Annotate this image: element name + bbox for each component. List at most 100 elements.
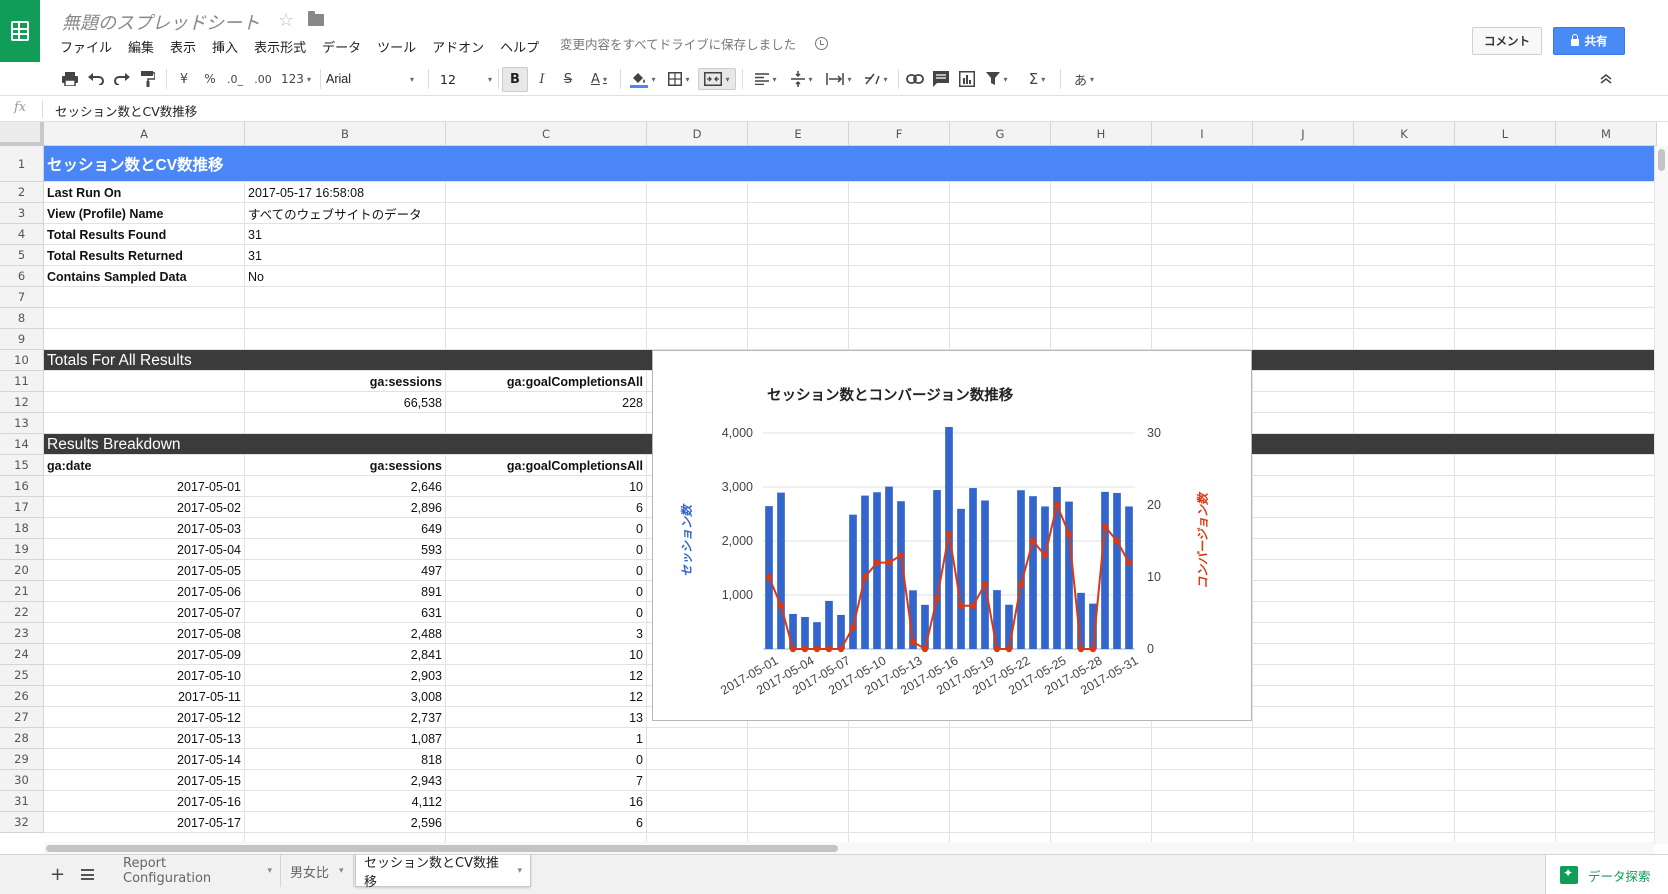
column-header-j[interactable]: J xyxy=(1253,122,1354,146)
folder-icon[interactable] xyxy=(308,11,324,26)
info-value-cell[interactable]: 2017-05-17 16:58:08 xyxy=(248,182,442,203)
goal-completions-cell[interactable]: 13 xyxy=(449,707,643,728)
info-value-cell[interactable]: 31 xyxy=(248,245,442,266)
info-label-cell[interactable]: Last Run On xyxy=(47,182,241,203)
date-cell[interactable]: 2017-05-09 xyxy=(47,644,241,665)
insert-comment-icon[interactable] xyxy=(930,68,952,90)
date-cell[interactable]: 2017-05-08 xyxy=(47,623,241,644)
row-header-12[interactable]: 12 xyxy=(0,392,44,413)
info-label-cell[interactable]: Total Results Returned xyxy=(47,245,241,266)
date-cell[interactable]: 2017-05-06 xyxy=(47,581,241,602)
row-header-7[interactable]: 7 xyxy=(0,287,44,308)
menu-addons[interactable]: アドオン xyxy=(424,40,492,58)
column-header-f[interactable]: F xyxy=(849,122,950,146)
totals-col-header[interactable]: ga:goalCompletionsAll xyxy=(449,371,643,392)
sessions-cell[interactable]: 2,646 xyxy=(248,476,442,497)
info-value-cell[interactable]: No xyxy=(248,266,442,287)
date-cell[interactable]: 2017-05-15 xyxy=(47,770,241,791)
menu-format[interactable]: 表示形式 xyxy=(246,40,314,58)
goal-completions-cell[interactable]: 12 xyxy=(449,665,643,686)
column-header-d[interactable]: D xyxy=(647,122,748,146)
cell-title[interactable]: セッション数とCV数推移 xyxy=(47,146,643,182)
save-status[interactable]: 変更内容をすべてドライブに保存しました xyxy=(560,34,796,53)
info-label-cell[interactable]: View (Profile) Name xyxy=(47,203,241,224)
row-header-29[interactable]: 29 xyxy=(0,749,44,770)
horizontal-scrollbar[interactable] xyxy=(44,842,1654,854)
sessions-cell[interactable]: 593 xyxy=(248,539,442,560)
menu-insert[interactable]: 挿入 xyxy=(204,40,246,58)
all-sheets-icon[interactable] xyxy=(81,869,94,880)
column-header-b[interactable]: B xyxy=(245,122,446,146)
date-cell[interactable]: 2017-05-16 xyxy=(47,791,241,812)
horizontal-align-icon[interactable] xyxy=(750,68,782,90)
row-header-27[interactable]: 27 xyxy=(0,707,44,728)
sessions-cell[interactable]: 2,896 xyxy=(248,497,442,518)
date-cell[interactable]: 2017-05-13 xyxy=(47,728,241,749)
row-header-4[interactable]: 4 xyxy=(0,224,44,245)
fill-color-icon[interactable] xyxy=(626,68,660,90)
date-cell[interactable]: 2017-05-02 xyxy=(47,497,241,518)
menu-edit[interactable]: 編集 xyxy=(120,40,162,58)
select-all-corner[interactable] xyxy=(0,122,44,146)
sessions-cell[interactable]: 631 xyxy=(248,602,442,623)
sessions-cell[interactable]: 649 xyxy=(248,518,442,539)
print-icon[interactable] xyxy=(60,68,80,90)
row-header-3[interactable]: 3 xyxy=(0,203,44,224)
totals-col-header[interactable]: ga:sessions xyxy=(248,371,442,392)
sessions-cell[interactable]: 2,488 xyxy=(248,623,442,644)
more-formats-button[interactable]: 123 xyxy=(278,68,314,90)
formula-input[interactable]: セッション数とCV数推移 xyxy=(55,101,197,120)
row-header-15[interactable]: 15 xyxy=(0,455,44,476)
column-header-k[interactable]: K xyxy=(1354,122,1455,146)
decrease-decimal-button[interactable]: .0_ xyxy=(224,68,246,90)
goal-completions-cell[interactable]: 0 xyxy=(449,749,643,770)
sessions-cell[interactable]: 2,596 xyxy=(248,812,442,833)
column-header-i[interactable]: I xyxy=(1152,122,1253,146)
row-header-14[interactable]: 14 xyxy=(0,434,44,455)
goal-completions-cell[interactable]: 12 xyxy=(449,686,643,707)
vertical-scrollbar[interactable] xyxy=(1654,146,1668,844)
goal-completions-cell[interactable]: 0 xyxy=(449,560,643,581)
sessions-cell[interactable]: 2,841 xyxy=(248,644,442,665)
tab-gender-ratio[interactable]: 男女比 ▾ xyxy=(282,855,354,887)
vertical-scroll-thumb[interactable] xyxy=(1658,149,1665,171)
date-cell[interactable]: 2017-05-05 xyxy=(47,560,241,581)
share-button[interactable]: 共有 xyxy=(1553,27,1625,55)
add-sheet-icon[interactable]: + xyxy=(50,864,65,885)
row-header-13[interactable]: 13 xyxy=(0,413,44,434)
input-tools-button[interactable]: あ xyxy=(1068,68,1100,90)
row-header-6[interactable]: 6 xyxy=(0,266,44,287)
history-icon[interactable] xyxy=(815,37,828,50)
row-header-30[interactable]: 30 xyxy=(0,770,44,791)
row-header-19[interactable]: 19 xyxy=(0,539,44,560)
date-cell[interactable]: 2017-05-14 xyxy=(47,749,241,770)
text-wrap-icon[interactable] xyxy=(822,68,856,90)
row-header-32[interactable]: 32 xyxy=(0,812,44,833)
collapse-toolbar-icon[interactable] xyxy=(1596,68,1616,90)
row-header-9[interactable]: 9 xyxy=(0,329,44,350)
goal-completions-cell[interactable]: 1 xyxy=(449,728,643,749)
date-cell[interactable]: 2017-05-10 xyxy=(47,665,241,686)
menu-tools[interactable]: ツール xyxy=(369,40,424,58)
strikethrough-button[interactable]: S xyxy=(558,68,578,90)
font-size-select[interactable]: 12 ▾ xyxy=(440,68,492,90)
totals-header-cell[interactable]: Totals For All Results xyxy=(47,350,643,371)
row-header-26[interactable]: 26 xyxy=(0,686,44,707)
functions-icon[interactable]: Σ xyxy=(1022,68,1052,90)
comment-button[interactable]: コメント xyxy=(1472,27,1542,55)
percent-format-button[interactable]: % xyxy=(200,68,220,90)
text-rotation-icon[interactable] xyxy=(860,68,892,90)
currency-format-button[interactable]: ¥ xyxy=(174,68,194,90)
row-header-8[interactable]: 8 xyxy=(0,308,44,329)
row-header-2[interactable]: 2 xyxy=(0,182,44,203)
row-header-17[interactable]: 17 xyxy=(0,497,44,518)
document-title[interactable]: 無題のスプレッドシート xyxy=(62,9,260,35)
increase-decimal-button[interactable]: .00 xyxy=(250,68,276,90)
italic-button[interactable]: I xyxy=(532,68,552,90)
sessions-cell[interactable]: 497 xyxy=(248,560,442,581)
date-cell[interactable]: 2017-05-12 xyxy=(47,707,241,728)
goal-completions-cell[interactable]: 0 xyxy=(449,518,643,539)
goal-completions-cell[interactable]: 16 xyxy=(449,791,643,812)
row-header-21[interactable]: 21 xyxy=(0,581,44,602)
sessions-cell[interactable]: 2,943 xyxy=(248,770,442,791)
